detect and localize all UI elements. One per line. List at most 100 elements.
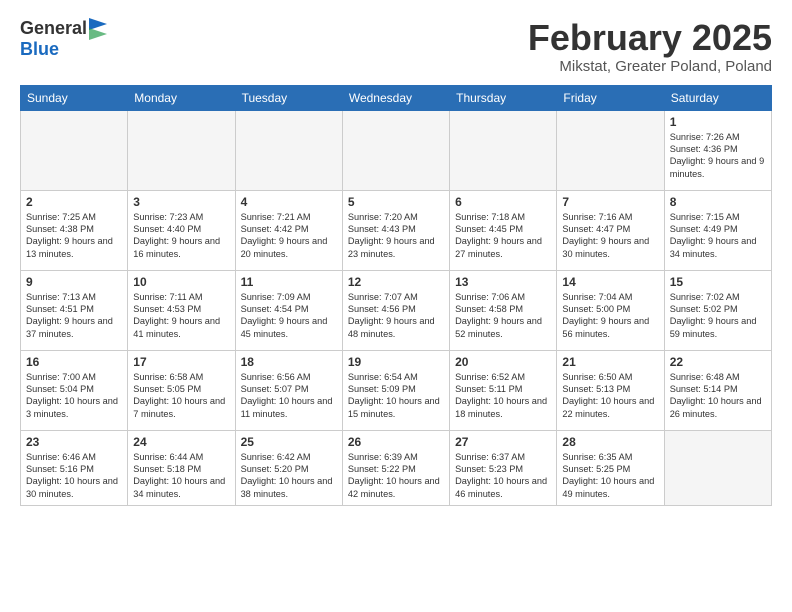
day-info: Sunrise: 7:23 AM Sunset: 4:40 PM Dayligh…: [133, 211, 229, 261]
table-row: 10 Sunrise: 7:11 AM Sunset: 4:53 PM Dayli…: [128, 270, 235, 350]
day-number: 20: [455, 355, 551, 369]
table-row: [235, 110, 342, 190]
day-info: Sunrise: 7:09 AM Sunset: 4:54 PM Dayligh…: [241, 291, 337, 341]
table-row: 4 Sunrise: 7:21 AM Sunset: 4:42 PM Daylig…: [235, 190, 342, 270]
day-info: Sunrise: 6:44 AM Sunset: 5:18 PM Dayligh…: [133, 451, 229, 501]
day-number: 28: [562, 435, 658, 449]
day-info: Sunrise: 7:07 AM Sunset: 4:56 PM Dayligh…: [348, 291, 444, 341]
table-row: 11 Sunrise: 7:09 AM Sunset: 4:54 PM Dayli…: [235, 270, 342, 350]
day-info: Sunrise: 6:39 AM Sunset: 5:22 PM Dayligh…: [348, 451, 444, 501]
table-row: 22Sunrise: 6:48 AM Sunset: 5:14 PM Dayli…: [664, 350, 771, 430]
day-info: Sunrise: 6:52 AM Sunset: 5:11 PM Dayligh…: [455, 371, 551, 421]
day-info: Sunrise: 6:54 AM Sunset: 5:09 PM Dayligh…: [348, 371, 444, 421]
day-number: 5: [348, 195, 444, 209]
col-wednesday: Wednesday: [342, 85, 449, 110]
table-row: [21, 110, 128, 190]
title-area: February 2025 Mikstat, Greater Poland, P…: [528, 18, 772, 75]
table-row: 2 Sunrise: 7:25 AM Sunset: 4:38 PM Daylig…: [21, 190, 128, 270]
day-info: Sunrise: 7:16 AM Sunset: 4:47 PM Dayligh…: [562, 211, 658, 261]
table-row: 19 Sunrise: 6:54 AM Sunset: 5:09 PM Dayli…: [342, 350, 449, 430]
day-number: 9: [26, 275, 122, 289]
day-info: Sunrise: 7:13 AM Sunset: 4:51 PM Dayligh…: [26, 291, 122, 341]
day-number: 3: [133, 195, 229, 209]
col-saturday: Saturday: [664, 85, 771, 110]
day-number: 15: [670, 275, 766, 289]
day-number: 14: [562, 275, 658, 289]
day-number: 27: [455, 435, 551, 449]
day-number: 1: [670, 115, 766, 129]
calendar-header-row: Sunday Monday Tuesday Wednesday Thursday…: [21, 85, 772, 110]
day-info: Sunrise: 6:35 AM Sunset: 5:25 PM Dayligh…: [562, 451, 658, 501]
logo-general: General: [20, 19, 87, 39]
header-area: General Blue February 2025 Mikstat, Grea…: [20, 18, 772, 75]
table-row: 24 Sunrise: 6:44 AM Sunset: 5:18 PM Dayli…: [128, 430, 235, 505]
day-info: Sunrise: 7:02 AM Sunset: 5:02 PM Dayligh…: [670, 291, 766, 341]
day-number: 2: [26, 195, 122, 209]
col-friday: Friday: [557, 85, 664, 110]
table-row: 14 Sunrise: 7:04 AM Sunset: 5:00 PM Dayli…: [557, 270, 664, 350]
day-number: 24: [133, 435, 229, 449]
day-number: 25: [241, 435, 337, 449]
day-number: 6: [455, 195, 551, 209]
day-number: 23: [26, 435, 122, 449]
day-number: 13: [455, 275, 551, 289]
table-row: 18 Sunrise: 6:56 AM Sunset: 5:07 PM Dayli…: [235, 350, 342, 430]
day-number: 4: [241, 195, 337, 209]
table-row: 7 Sunrise: 7:16 AM Sunset: 4:47 PM Daylig…: [557, 190, 664, 270]
day-number: 10: [133, 275, 229, 289]
day-info: Sunrise: 6:46 AM Sunset: 5:16 PM Dayligh…: [26, 451, 122, 501]
day-info: Sunrise: 6:48 AM Sunset: 5:14 PM Dayligh…: [670, 371, 766, 421]
day-info: Sunrise: 7:21 AM Sunset: 4:42 PM Dayligh…: [241, 211, 337, 261]
table-row: 28 Sunrise: 6:35 AM Sunset: 5:25 PM Dayli…: [557, 430, 664, 505]
table-row: 9 Sunrise: 7:13 AM Sunset: 4:51 PM Daylig…: [21, 270, 128, 350]
table-row: 5Sunrise: 7:20 AM Sunset: 4:43 PM Daylig…: [342, 190, 449, 270]
day-info: Sunrise: 7:18 AM Sunset: 4:45 PM Dayligh…: [455, 211, 551, 261]
day-number: 16: [26, 355, 122, 369]
day-number: 17: [133, 355, 229, 369]
day-number: 12: [348, 275, 444, 289]
table-row: 12 Sunrise: 7:07 AM Sunset: 4:56 PM Dayli…: [342, 270, 449, 350]
col-monday: Monday: [128, 85, 235, 110]
day-info: Sunrise: 7:25 AM Sunset: 4:38 PM Dayligh…: [26, 211, 122, 261]
table-row: 3 Sunrise: 7:23 AM Sunset: 4:40 PM Daylig…: [128, 190, 235, 270]
table-row: [450, 110, 557, 190]
logo-blue: Blue: [20, 39, 59, 59]
day-info: Sunrise: 7:15 AM Sunset: 4:49 PM Dayligh…: [670, 211, 766, 261]
day-info: Sunrise: 6:56 AM Sunset: 5:07 PM Dayligh…: [241, 371, 337, 421]
day-number: 11: [241, 275, 337, 289]
day-number: 18: [241, 355, 337, 369]
table-row: 23 Sunrise: 6:46 AM Sunset: 5:16 PM Dayli…: [21, 430, 128, 505]
table-row: 21 Sunrise: 6:50 AM Sunset: 5:13 PM Dayli…: [557, 350, 664, 430]
day-number: 19: [348, 355, 444, 369]
month-title: February 2025: [528, 18, 772, 58]
col-sunday: Sunday: [21, 85, 128, 110]
table-row: [557, 110, 664, 190]
table-row: 20 Sunrise: 6:52 AM Sunset: 5:11 PM Dayli…: [450, 350, 557, 430]
table-row: 27 Sunrise: 6:37 AM Sunset: 5:23 PM Dayli…: [450, 430, 557, 505]
calendar-table: Sunday Monday Tuesday Wednesday Thursday…: [20, 85, 772, 506]
day-info: Sunrise: 7:00 AM Sunset: 5:04 PM Dayligh…: [26, 371, 122, 421]
table-row: [342, 110, 449, 190]
day-number: 21: [562, 355, 658, 369]
day-info: Sunrise: 7:11 AM Sunset: 4:53 PM Dayligh…: [133, 291, 229, 341]
table-row: 26 Sunrise: 6:39 AM Sunset: 5:22 PM Dayli…: [342, 430, 449, 505]
col-thursday: Thursday: [450, 85, 557, 110]
day-info: Sunrise: 6:58 AM Sunset: 5:05 PM Dayligh…: [133, 371, 229, 421]
day-number: 8: [670, 195, 766, 209]
day-number: 26: [348, 435, 444, 449]
table-row: [128, 110, 235, 190]
table-row: 8 Sunrise: 7:15 AM Sunset: 4:49 PM Daylig…: [664, 190, 771, 270]
day-info: Sunrise: 7:04 AM Sunset: 5:00 PM Dayligh…: [562, 291, 658, 341]
day-info: Sunrise: 6:50 AM Sunset: 5:13 PM Dayligh…: [562, 371, 658, 421]
location-title: Mikstat, Greater Poland, Poland: [528, 58, 772, 75]
day-info: Sunrise: 7:06 AM Sunset: 4:58 PM Dayligh…: [455, 291, 551, 341]
logo: General Blue: [20, 18, 107, 60]
page-container: General Blue February 2025 Mikstat, Grea…: [0, 0, 792, 516]
table-row: 16 Sunrise: 7:00 AM Sunset: 5:04 PM Dayli…: [21, 350, 128, 430]
day-number: 7: [562, 195, 658, 209]
logo-flag-icon: [89, 18, 107, 40]
table-row: 25 Sunrise: 6:42 AM Sunset: 5:20 PM Dayli…: [235, 430, 342, 505]
col-tuesday: Tuesday: [235, 85, 342, 110]
day-info: Sunrise: 6:37 AM Sunset: 5:23 PM Dayligh…: [455, 451, 551, 501]
day-info: Sunrise: 6:42 AM Sunset: 5:20 PM Dayligh…: [241, 451, 337, 501]
